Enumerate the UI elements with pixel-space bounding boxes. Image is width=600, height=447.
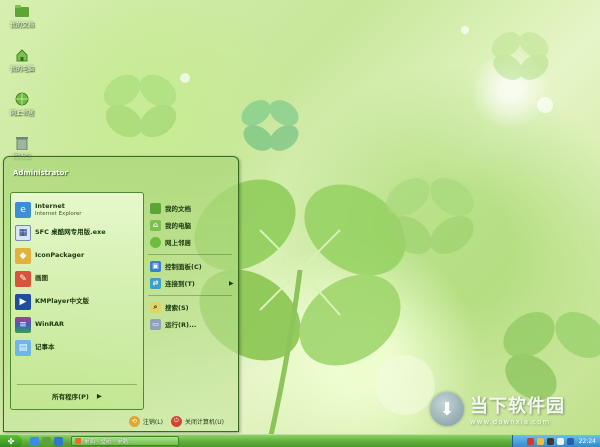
clover-logo-icon: ✤ — [7, 436, 15, 446]
watermark-title: 当下软件园 — [470, 396, 565, 417]
recycle-bin-icon — [15, 136, 29, 150]
start-right-label: 控制面板(C) — [165, 263, 202, 271]
connect-icon: ⇄ — [150, 277, 161, 289]
start-button[interactable]: ✤ — [0, 434, 22, 447]
start-right-label: 我的文档 — [165, 205, 191, 213]
divider — [148, 295, 232, 296]
computer-icon: ⌂ — [150, 219, 161, 231]
start-item-label: SFC 桌酷网专用版.exe — [35, 228, 106, 237]
iconpackager-icon: ◆ — [15, 248, 31, 264]
quicklaunch-media-icon[interactable] — [54, 436, 63, 446]
desktop-icon-label: 我的文档 — [9, 22, 34, 29]
desktop-icon-my-computer[interactable]: 我的电脑 — [4, 48, 40, 73]
quicklaunch-ie-icon[interactable] — [30, 436, 39, 446]
start-item-winrar[interactable]: ≡ WinRAR — [15, 314, 64, 336]
start-right-network[interactable]: 网上邻居 — [150, 234, 191, 250]
start-item-notepad[interactable]: ▤ 记事本 — [15, 337, 55, 359]
volume-icon[interactable] — [556, 438, 564, 445]
start-right-connect-to[interactable]: ⇄ 连接到(T) ▶ — [150, 275, 234, 291]
taskbar-window-button[interactable]: 桌面 - 壁纸 - 桌酷... — [71, 436, 179, 446]
logoff-button[interactable]: ⟲ 注销(L) — [128, 415, 163, 427]
taskbar-window-label: 桌面 - 壁纸 - 桌酷... — [84, 439, 134, 445]
desktop-icon-label: 网上邻居 — [9, 110, 34, 117]
internet-explorer-icon: e — [15, 202, 31, 218]
start-item-label: 记事本 — [35, 343, 55, 352]
network-icon — [150, 236, 161, 248]
arrow-right-icon: ▶ — [96, 392, 102, 400]
start-right-label: 搜索(S) — [165, 304, 189, 312]
start-right-label: 我的电脑 — [165, 222, 191, 230]
start-menu-footer: ⟲ 注销(L) ⏻ 关闭计算机(U) — [4, 411, 238, 431]
start-item-internet[interactable]: e Internet Internet Explorer — [15, 199, 82, 221]
start-item-label: IconPackager — [35, 251, 85, 260]
network-icon — [15, 92, 29, 106]
start-item-label: Internet — [35, 202, 65, 211]
start-menu: Administrator e Internet Internet Explore… — [3, 156, 239, 432]
taskbar: ✤ 桌面 - 壁纸 - 桌酷... 22:24 — [0, 434, 600, 447]
start-item-iconpackager[interactable]: ◆ IconPackager — [15, 245, 84, 267]
kmplayer-icon: ▶ — [15, 294, 31, 310]
desktop-icon-label: 我的电脑 — [9, 66, 34, 73]
network-status-icon[interactable] — [566, 438, 574, 445]
start-menu-username: Administrator — [13, 169, 68, 177]
site-watermark: ⬇ 当下软件园 www.downxia.com — [430, 388, 600, 430]
control-panel-icon: ▣ — [150, 260, 161, 272]
folder-icon — [150, 202, 161, 214]
start-item-paint[interactable]: ✎ 画图 — [15, 268, 48, 290]
start-right-control-panel[interactable]: ▣ 控制面板(C) — [150, 258, 202, 274]
logoff-label: 注销(L) — [142, 418, 163, 426]
start-right-my-computer[interactable]: ⌂ 我的电脑 — [150, 217, 191, 233]
start-item-kmplayer[interactable]: ▶ KMPlayer中文版 — [15, 291, 89, 313]
run-icon: ▭ — [150, 318, 161, 330]
start-menu-programs-pane: e Internet Internet Explorer ▦ SFC 桌酷网专用版… — [10, 192, 144, 410]
folder-icon — [15, 4, 29, 18]
winrar-icon: ≡ — [15, 317, 31, 333]
start-item-sublabel: Internet Explorer — [35, 210, 82, 217]
start-right-label: 连接到(T) — [165, 280, 195, 288]
all-programs-button[interactable]: 所有程序(P) ▶ — [11, 389, 143, 403]
logoff-icon: ⟲ — [128, 415, 140, 427]
watermark-url: www.downxia.com — [470, 418, 551, 426]
paint-icon: ✎ — [15, 271, 31, 287]
window-icon — [75, 438, 81, 444]
start-menu-places-pane: 我的文档 ⌂ 我的电脑 网上邻居 ▣ 控制面板(C) ⇄ 连接到(T) ▶ ⌕ … — [146, 192, 234, 410]
taskbar-clock[interactable]: 22:24 — [579, 438, 596, 445]
desktop-icon-my-documents[interactable]: 我的文档 — [4, 4, 40, 29]
start-right-run[interactable]: ▭ 运行(R)... — [150, 316, 196, 332]
search-icon: ⌕ — [150, 301, 161, 313]
sfc-app-icon: ▦ — [15, 225, 31, 241]
quicklaunch-desktop-icon[interactable] — [42, 436, 51, 446]
tray-app-icon[interactable] — [536, 438, 544, 445]
start-right-my-documents[interactable]: 我的文档 — [150, 200, 191, 216]
computer-icon — [15, 48, 29, 62]
shutdown-button[interactable]: ⏻ 关闭计算机(U) — [170, 415, 224, 427]
desktop-icon-network[interactable]: 网上邻居 — [4, 92, 40, 117]
start-item-label: KMPlayer中文版 — [35, 297, 90, 306]
start-right-search[interactable]: ⌕ 搜索(S) — [150, 299, 189, 315]
arrow-right-icon: ▶ — [229, 279, 234, 287]
system-tray: 22:24 — [512, 435, 600, 447]
start-item-label: 画图 — [35, 274, 48, 283]
power-icon: ⏻ — [170, 415, 182, 427]
all-programs-label: 所有程序(P) — [52, 393, 89, 401]
start-item-label: WinRAR — [35, 320, 65, 329]
divider — [148, 254, 232, 255]
start-right-label: 网上邻居 — [165, 239, 191, 247]
tray-app-icon[interactable] — [546, 438, 554, 445]
shutdown-label: 关闭计算机(U) — [184, 418, 224, 426]
start-item-sfc[interactable]: ▦ SFC 桌酷网专用版.exe — [15, 222, 106, 244]
divider — [17, 384, 137, 385]
download-arrow-icon: ⬇ — [430, 392, 464, 426]
notepad-icon: ▤ — [15, 340, 31, 356]
start-right-label: 运行(R)... — [165, 321, 197, 329]
tray-app-icon[interactable] — [526, 438, 534, 445]
